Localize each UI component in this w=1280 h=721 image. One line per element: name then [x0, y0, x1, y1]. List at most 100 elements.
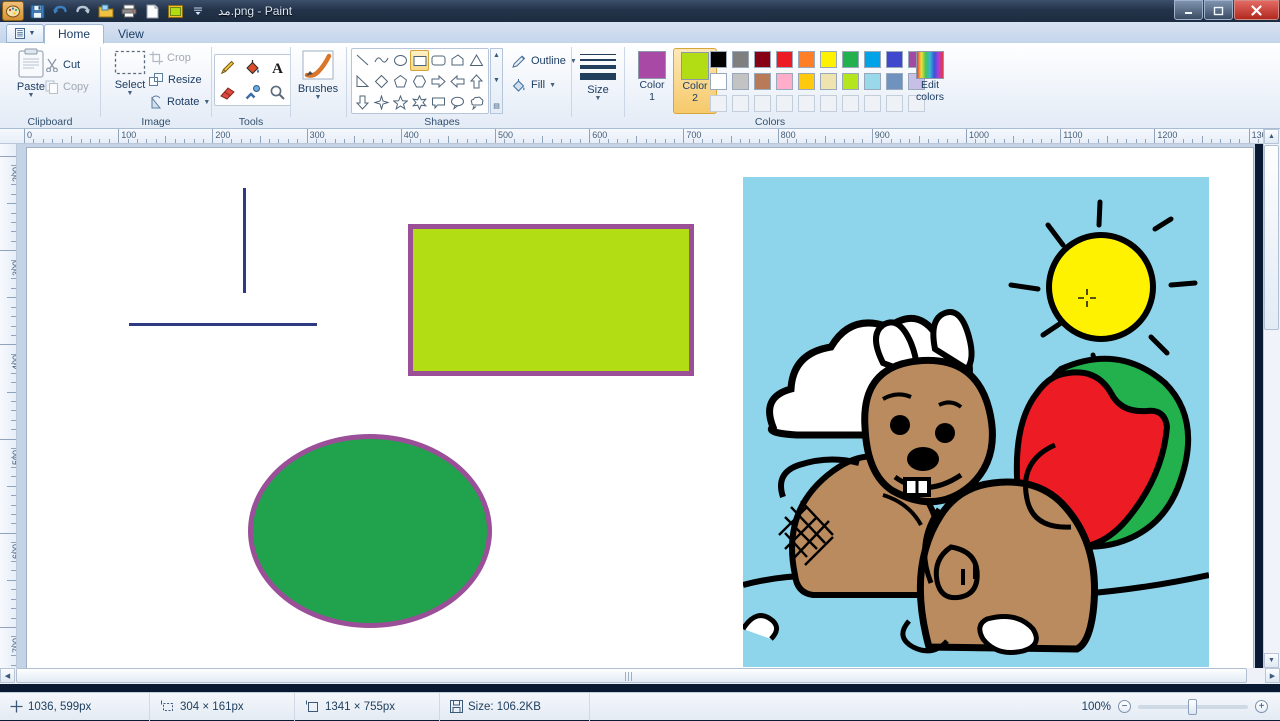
green-rectangle-shape[interactable]	[408, 224, 694, 376]
shape-five-point-star[interactable]	[391, 92, 410, 113]
tab-view[interactable]: View	[104, 24, 158, 44]
shape-polygon[interactable]	[448, 50, 467, 71]
color-2-swatch[interactable]	[681, 52, 709, 80]
palette-swatch-1-7[interactable]	[861, 70, 883, 92]
shapes-scroll-up-icon[interactable]: ▲	[493, 49, 500, 59]
shape-rounded-callout[interactable]	[429, 92, 448, 113]
green-ellipse-shape[interactable]	[248, 434, 492, 628]
shapes-expand-icon[interactable]: ▤	[493, 102, 500, 113]
palette-swatch-2-7[interactable]	[861, 92, 883, 114]
brushes-caret-icon[interactable]: ▼	[315, 94, 322, 101]
palette-swatch-0-6[interactable]	[839, 48, 861, 70]
shape-right-arrow[interactable]	[429, 71, 448, 92]
shape-right-triangle[interactable]	[353, 71, 372, 92]
scroll-right-button[interactable]: ▶	[1265, 668, 1280, 683]
palette-swatch-0-0[interactable]	[707, 48, 729, 70]
shape-up-arrow[interactable]	[467, 71, 486, 92]
tab-home[interactable]: Home	[44, 24, 105, 44]
select-caret-icon[interactable]: ▼	[127, 90, 134, 97]
vertical-scroll-thumb[interactable]	[1264, 145, 1279, 330]
cut-button[interactable]: Cut	[45, 54, 80, 76]
save-icon[interactable]	[27, 1, 47, 21]
pencil-icon[interactable]	[215, 55, 240, 80]
quick-access-toolbar[interactable]	[0, 0, 208, 22]
rotate-caret-icon[interactable]: ▼	[203, 99, 210, 106]
drawing-canvas[interactable]	[26, 147, 1254, 668]
fill-caret-icon[interactable]: ▼	[549, 82, 556, 89]
color-1-swatch[interactable]	[638, 51, 666, 79]
palette-swatch-2-8[interactable]	[883, 92, 905, 114]
shape-curve[interactable]	[372, 50, 391, 71]
palette-swatch-1-6[interactable]	[839, 70, 861, 92]
paint-menu-button[interactable]	[2, 1, 24, 21]
palette-swatch-2-3[interactable]	[773, 92, 795, 114]
scroll-up-button[interactable]: ▲	[1264, 129, 1279, 144]
horizontal-scroll-thumb[interactable]	[16, 668, 1247, 683]
scroll-down-button[interactable]: ▼	[1264, 653, 1279, 668]
palette-swatch-0-8[interactable]	[883, 48, 905, 70]
copy-button[interactable]: Copy	[45, 76, 89, 98]
rotate-button[interactable]: Rotate ▼	[149, 91, 210, 113]
palette-swatch-1-2[interactable]	[751, 70, 773, 92]
palette-swatch-1-4[interactable]	[795, 70, 817, 92]
vertical-line-shape[interactable]	[243, 188, 246, 293]
shape-rectangle[interactable]	[410, 50, 429, 71]
fill-button[interactable]: Fill ▼	[511, 74, 556, 96]
size-caret-icon[interactable]: ▼	[595, 95, 602, 102]
window-controls[interactable]	[1174, 0, 1280, 21]
palette-swatch-1-5[interactable]	[817, 70, 839, 92]
shape-left-arrow[interactable]	[448, 71, 467, 92]
edit-colors-button[interactable]: Edit colors	[908, 51, 952, 103]
outline-button[interactable]: Outline ▼	[511, 50, 577, 72]
zoom-out-button[interactable]: −	[1118, 700, 1131, 713]
palette-swatch-2-0[interactable]	[707, 92, 729, 114]
palette-swatch-1-1[interactable]	[729, 70, 751, 92]
new-icon[interactable]	[142, 1, 162, 21]
palette-swatch-2-4[interactable]	[795, 92, 817, 114]
palette-swatch-0-4[interactable]	[795, 48, 817, 70]
redo-icon[interactable]	[73, 1, 93, 21]
shape-pentagon[interactable]	[391, 71, 410, 92]
horizontal-scrollbar[interactable]: ◀ ▶	[0, 668, 1280, 684]
shape-oval-callout[interactable]	[448, 92, 467, 113]
palette-swatch-2-2[interactable]	[751, 92, 773, 114]
zoom-slider-track[interactable]	[1138, 698, 1248, 715]
palette-swatch-0-5[interactable]	[817, 48, 839, 70]
canvas-area[interactable]	[17, 144, 1255, 668]
palette-swatch-0-3[interactable]	[773, 48, 795, 70]
edit-colors-icon[interactable]	[916, 51, 944, 79]
file-menu-button[interactable]: ▼	[6, 24, 44, 43]
color-picker-icon[interactable]	[240, 80, 265, 105]
shapes-scroll[interactable]: ▲ ▼ ▤	[490, 48, 503, 114]
palette-swatch-2-1[interactable]	[729, 92, 751, 114]
shape-oval[interactable]	[391, 50, 410, 71]
paste-caret-icon[interactable]: ▼	[28, 92, 35, 99]
palette-swatch-0-1[interactable]	[729, 48, 751, 70]
size-button[interactable]: Size ▼	[575, 54, 621, 102]
minimize-button[interactable]	[1174, 0, 1203, 20]
squirrel-clipart-image[interactable]	[743, 177, 1209, 667]
shape-four-point-star[interactable]	[372, 92, 391, 113]
scroll-left-button[interactable]: ◀	[0, 668, 15, 683]
palette-swatch-1-0[interactable]	[707, 70, 729, 92]
open-icon[interactable]	[96, 1, 116, 21]
palette-swatch-0-7[interactable]	[861, 48, 883, 70]
customize-qat-icon[interactable]	[188, 1, 208, 21]
shape-hexagon[interactable]	[410, 71, 429, 92]
close-button[interactable]	[1234, 0, 1279, 20]
palette-swatch-0-2[interactable]	[751, 48, 773, 70]
zoom-control[interactable]: 100% − +	[1082, 698, 1280, 715]
shape-cloud-callout[interactable]	[467, 92, 486, 113]
eraser-icon[interactable]	[215, 80, 240, 105]
color-1-button[interactable]: Color 1	[630, 51, 674, 103]
print-icon[interactable]	[119, 1, 139, 21]
zoom-slider-thumb[interactable]	[1188, 698, 1197, 715]
shape-six-point-star[interactable]	[410, 92, 429, 113]
view-icon[interactable]	[165, 1, 185, 21]
shapes-gallery[interactable]	[351, 48, 489, 114]
fill-icon[interactable]	[240, 55, 265, 80]
palette-swatch-1-8[interactable]	[883, 70, 905, 92]
palette-swatch-2-5[interactable]	[817, 92, 839, 114]
resize-button[interactable]: Resize	[149, 69, 202, 91]
crop-button[interactable]: Crop	[149, 47, 191, 69]
